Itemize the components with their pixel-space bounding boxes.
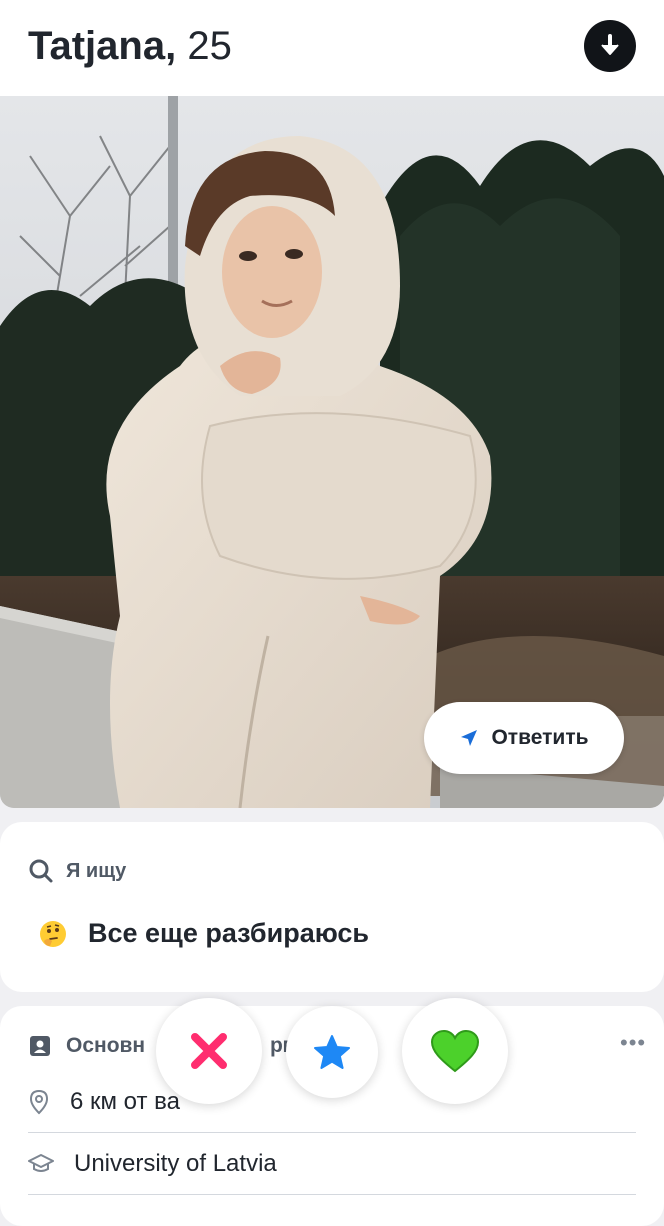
education-text: University of Latvia [74,1150,277,1177]
super-like-button[interactable] [286,1006,378,1098]
arrow-down-icon [601,34,619,55]
basic-info-label: Основн [66,1034,146,1057]
distance-text: 6 км от ва [70,1088,180,1115]
heart-icon [430,1029,480,1073]
looking-for-heading: Я ищу [28,858,126,884]
looking-for-label: Я ищу [66,859,127,882]
profile-header: Tatjana, 25 [0,0,664,96]
send-arrow-icon [461,730,478,746]
nope-button[interactable] [156,998,262,1104]
basic-info-heading: Основн [28,1034,145,1058]
location-pin-icon [29,1089,49,1115]
graduation-cap-icon [28,1154,54,1172]
divider [28,1132,636,1133]
thinking-face-icon [40,920,66,947]
looking-for-card [0,822,664,992]
looking-for-text: Все еще разбираюсь [88,918,370,948]
looking-for-value: Все еще разбираюсь [38,918,369,949]
search-icon [29,859,53,883]
education-row: University of Latvia [28,1144,636,1184]
more-options-icon[interactable]: ••• [620,1030,646,1056]
profile-name: Tatjana [28,24,166,68]
x-icon [191,1033,227,1069]
profile-age: 25 [187,24,232,68]
like-button[interactable] [402,998,508,1104]
collapse-profile-button[interactable] [584,20,636,72]
reply-label: Ответить [491,726,589,749]
name-separator: , [165,24,177,68]
reply-button[interactable]: Ответить [424,702,624,774]
profile-name-age: Tatjana, 25 [28,22,232,70]
star-icon [314,1035,350,1069]
id-card-icon [30,1036,50,1056]
divider [28,1194,636,1195]
